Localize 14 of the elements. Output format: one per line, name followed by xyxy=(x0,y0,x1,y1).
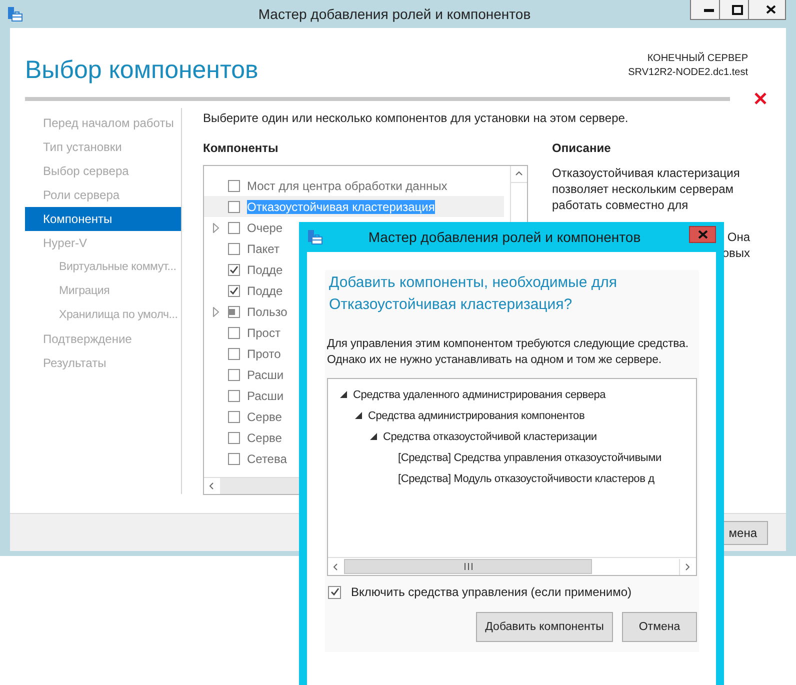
description-text: позволяет нескольким серверам xyxy=(552,181,735,197)
dialog-title: Мастер добавления ролей и компонентов xyxy=(367,229,642,245)
dialog-heading: Добавить компоненты, необходимые для Отказоустойчивая кластеризация? xyxy=(329,273,618,315)
components-heading: Компоненты xyxy=(203,141,280,155)
description-heading: Описание xyxy=(552,141,612,155)
description-text: Отказоустойчивая кластеризация xyxy=(552,165,741,181)
window-title: Мастер добавления ролей и компонентов xyxy=(257,6,532,22)
description-text: работать совместно для xyxy=(552,197,690,213)
page-title: Выбор компонентов xyxy=(25,56,258,85)
instruction-text: Выберите один или несколько компонентов для установки на этом сервере. xyxy=(203,111,630,125)
server-label: КОНЕЧНЫЙ СЕРВЕР xyxy=(646,52,748,66)
description-text: Она xyxy=(727,229,750,245)
dialog-text: Для управления этим компонентом требуются следующие средства. Однако их не нужно устанавливать на одном и том же сервере. xyxy=(327,337,690,368)
server-name: SRV12R2-NODE2.dc1.test xyxy=(628,66,748,80)
